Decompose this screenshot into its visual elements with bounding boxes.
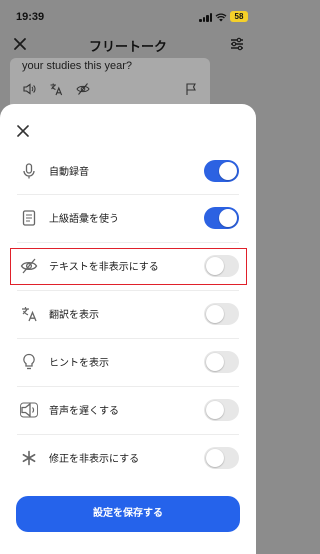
microphone-icon	[23, 163, 35, 179]
slow-audio-toggle[interactable]	[204, 399, 239, 421]
eye-off-icon[interactable]	[76, 82, 90, 96]
highlight-box	[10, 248, 247, 285]
sliders-icon[interactable]	[229, 36, 245, 52]
message-text: your studies this year?	[22, 60, 133, 72]
setting-label: 修正を非表示にする	[49, 454, 140, 465]
book-icon	[22, 210, 36, 226]
settings-sheet: 自動録音 上級語彙を使う テキストを非表示にする 翻訳を表示 ヒントを表示 音声…	[0, 104, 256, 554]
close-sheet-icon[interactable]	[16, 124, 30, 138]
setting-label: ヒントを表示	[49, 358, 109, 369]
translate-icon[interactable]	[49, 82, 63, 96]
hide-corrections-toggle[interactable]	[204, 447, 239, 469]
message-actions	[22, 82, 202, 96]
show-translation-toggle[interactable]	[204, 303, 239, 325]
setting-row-show-translation[interactable]: 翻訳を表示	[0, 291, 256, 337]
setting-label: 自動録音	[49, 167, 89, 178]
signal-icon	[199, 13, 213, 22]
speaker-slow-icon	[20, 402, 38, 418]
setting-row-auto-record[interactable]: 自動録音	[0, 148, 256, 194]
auto-record-toggle[interactable]	[204, 160, 239, 182]
page-title: フリートーク	[88, 39, 167, 54]
setting-row-slow-audio[interactable]: 音声を遅くする	[0, 387, 256, 433]
speaker-icon[interactable]	[22, 82, 36, 96]
background-screen: フリートーク your studies this year?	[0, 30, 256, 128]
lightbulb-icon	[23, 353, 35, 370]
setting-label: 上級語彙を使う	[49, 214, 119, 225]
translate-icon	[22, 307, 37, 322]
setting-row-show-hints[interactable]: ヒントを表示	[0, 339, 256, 385]
wifi-icon	[215, 13, 227, 22]
setting-label: 音声を遅くする	[49, 406, 119, 417]
battery-indicator: 58	[230, 11, 248, 22]
status-time: 19:39	[16, 11, 45, 23]
show-hints-toggle[interactable]	[204, 351, 239, 373]
save-settings-button[interactable]: 設定を保存する	[16, 496, 240, 532]
setting-label: 翻訳を表示	[49, 310, 99, 321]
setting-row-hide-corrections[interactable]: 修正を非表示にする	[0, 435, 256, 481]
status-bar: 19:39 58	[0, 0, 256, 30]
flag-icon[interactable]	[184, 82, 198, 96]
asterisk-icon	[22, 450, 36, 466]
advanced-vocab-toggle[interactable]	[204, 207, 239, 229]
setting-row-advanced-vocab[interactable]: 上級語彙を使う	[0, 195, 256, 241]
